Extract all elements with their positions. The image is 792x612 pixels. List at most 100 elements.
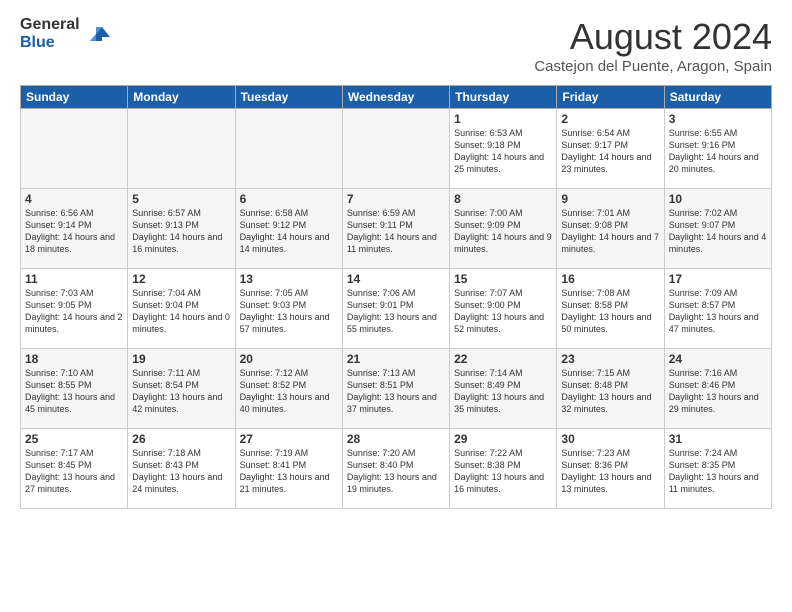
day-number: 2 (561, 112, 659, 126)
calendar-cell: 2Sunrise: 6:54 AMSunset: 9:17 PMDaylight… (557, 109, 664, 189)
day-number: 4 (25, 192, 123, 206)
calendar-week-row: 18Sunrise: 7:10 AMSunset: 8:55 PMDayligh… (21, 349, 772, 429)
calendar-cell: 21Sunrise: 7:13 AMSunset: 8:51 PMDayligh… (342, 349, 449, 429)
day-number: 28 (347, 432, 445, 446)
calendar-cell: 19Sunrise: 7:11 AMSunset: 8:54 PMDayligh… (128, 349, 235, 429)
calendar-table: SundayMondayTuesdayWednesdayThursdayFrid… (20, 85, 772, 509)
calendar-cell: 3Sunrise: 6:55 AMSunset: 9:16 PMDaylight… (664, 109, 771, 189)
day-number: 8 (454, 192, 552, 206)
day-number: 31 (669, 432, 767, 446)
calendar-cell: 30Sunrise: 7:23 AMSunset: 8:36 PMDayligh… (557, 429, 664, 509)
day-number: 30 (561, 432, 659, 446)
logo: General Blue (20, 16, 112, 51)
day-info: Sunrise: 7:24 AMSunset: 8:35 PMDaylight:… (669, 447, 767, 496)
calendar-header-row: SundayMondayTuesdayWednesdayThursdayFrid… (21, 86, 772, 109)
calendar-cell: 25Sunrise: 7:17 AMSunset: 8:45 PMDayligh… (21, 429, 128, 509)
calendar-cell: 27Sunrise: 7:19 AMSunset: 8:41 PMDayligh… (235, 429, 342, 509)
calendar-cell: 9Sunrise: 7:01 AMSunset: 9:08 PMDaylight… (557, 189, 664, 269)
day-number: 22 (454, 352, 552, 366)
day-info: Sunrise: 7:00 AMSunset: 9:09 PMDaylight:… (454, 207, 552, 256)
day-info: Sunrise: 7:10 AMSunset: 8:55 PMDaylight:… (25, 367, 123, 416)
calendar-cell (128, 109, 235, 189)
day-number: 5 (132, 192, 230, 206)
day-header-thursday: Thursday (450, 86, 557, 109)
calendar-cell: 14Sunrise: 7:06 AMSunset: 9:01 PMDayligh… (342, 269, 449, 349)
day-info: Sunrise: 7:20 AMSunset: 8:40 PMDaylight:… (347, 447, 445, 496)
day-info: Sunrise: 7:04 AMSunset: 9:04 PMDaylight:… (132, 287, 230, 336)
day-info: Sunrise: 6:59 AMSunset: 9:11 PMDaylight:… (347, 207, 445, 256)
calendar-week-row: 4Sunrise: 6:56 AMSunset: 9:14 PMDaylight… (21, 189, 772, 269)
day-info: Sunrise: 7:17 AMSunset: 8:45 PMDaylight:… (25, 447, 123, 496)
day-number: 23 (561, 352, 659, 366)
logo-blue: Blue (20, 34, 80, 52)
day-number: 15 (454, 272, 552, 286)
calendar-cell: 24Sunrise: 7:16 AMSunset: 8:46 PMDayligh… (664, 349, 771, 429)
day-info: Sunrise: 6:58 AMSunset: 9:12 PMDaylight:… (240, 207, 338, 256)
day-number: 18 (25, 352, 123, 366)
day-info: Sunrise: 7:23 AMSunset: 8:36 PMDaylight:… (561, 447, 659, 496)
calendar-cell (21, 109, 128, 189)
calendar-cell: 28Sunrise: 7:20 AMSunset: 8:40 PMDayligh… (342, 429, 449, 509)
day-info: Sunrise: 7:09 AMSunset: 8:57 PMDaylight:… (669, 287, 767, 336)
calendar-cell: 18Sunrise: 7:10 AMSunset: 8:55 PMDayligh… (21, 349, 128, 429)
day-number: 24 (669, 352, 767, 366)
calendar-cell (342, 109, 449, 189)
calendar-cell: 29Sunrise: 7:22 AMSunset: 8:38 PMDayligh… (450, 429, 557, 509)
day-info: Sunrise: 7:05 AMSunset: 9:03 PMDaylight:… (240, 287, 338, 336)
day-info: Sunrise: 6:56 AMSunset: 9:14 PMDaylight:… (25, 207, 123, 256)
day-number: 12 (132, 272, 230, 286)
calendar-page: General Blue August 2024 Castejon del Pu… (0, 0, 792, 612)
header: General Blue August 2024 Castejon del Pu… (20, 16, 772, 75)
calendar-cell: 23Sunrise: 7:15 AMSunset: 8:48 PMDayligh… (557, 349, 664, 429)
calendar-cell: 20Sunrise: 7:12 AMSunset: 8:52 PMDayligh… (235, 349, 342, 429)
day-number: 25 (25, 432, 123, 446)
day-number: 13 (240, 272, 338, 286)
month-year-title: August 2024 (534, 16, 772, 58)
day-info: Sunrise: 7:11 AMSunset: 8:54 PMDaylight:… (132, 367, 230, 416)
calendar-cell: 8Sunrise: 7:00 AMSunset: 9:09 PMDaylight… (450, 189, 557, 269)
calendar-week-row: 11Sunrise: 7:03 AMSunset: 9:05 PMDayligh… (21, 269, 772, 349)
calendar-week-row: 1Sunrise: 6:53 AMSunset: 9:18 PMDaylight… (21, 109, 772, 189)
calendar-cell: 10Sunrise: 7:02 AMSunset: 9:07 PMDayligh… (664, 189, 771, 269)
day-info: Sunrise: 7:07 AMSunset: 9:00 PMDaylight:… (454, 287, 552, 336)
day-header-friday: Friday (557, 86, 664, 109)
day-info: Sunrise: 7:15 AMSunset: 8:48 PMDaylight:… (561, 367, 659, 416)
calendar-cell: 4Sunrise: 6:56 AMSunset: 9:14 PMDaylight… (21, 189, 128, 269)
day-info: Sunrise: 7:06 AMSunset: 9:01 PMDaylight:… (347, 287, 445, 336)
logo-general: General (20, 16, 80, 34)
day-number: 3 (669, 112, 767, 126)
day-header-sunday: Sunday (21, 86, 128, 109)
calendar-cell: 31Sunrise: 7:24 AMSunset: 8:35 PMDayligh… (664, 429, 771, 509)
day-number: 9 (561, 192, 659, 206)
day-info: Sunrise: 7:12 AMSunset: 8:52 PMDaylight:… (240, 367, 338, 416)
day-number: 26 (132, 432, 230, 446)
logo-icon (82, 19, 112, 49)
day-header-saturday: Saturday (664, 86, 771, 109)
day-info: Sunrise: 7:18 AMSunset: 8:43 PMDaylight:… (132, 447, 230, 496)
day-info: Sunrise: 7:13 AMSunset: 8:51 PMDaylight:… (347, 367, 445, 416)
day-header-tuesday: Tuesday (235, 86, 342, 109)
day-number: 6 (240, 192, 338, 206)
day-info: Sunrise: 6:57 AMSunset: 9:13 PMDaylight:… (132, 207, 230, 256)
day-header-wednesday: Wednesday (342, 86, 449, 109)
day-info: Sunrise: 7:02 AMSunset: 9:07 PMDaylight:… (669, 207, 767, 256)
day-number: 27 (240, 432, 338, 446)
day-number: 17 (669, 272, 767, 286)
day-info: Sunrise: 7:01 AMSunset: 9:08 PMDaylight:… (561, 207, 659, 256)
calendar-cell: 5Sunrise: 6:57 AMSunset: 9:13 PMDaylight… (128, 189, 235, 269)
logo-text: General Blue (20, 16, 112, 51)
day-number: 20 (240, 352, 338, 366)
day-number: 21 (347, 352, 445, 366)
day-info: Sunrise: 6:54 AMSunset: 9:17 PMDaylight:… (561, 127, 659, 176)
day-number: 1 (454, 112, 552, 126)
day-info: Sunrise: 7:08 AMSunset: 8:58 PMDaylight:… (561, 287, 659, 336)
calendar-cell: 17Sunrise: 7:09 AMSunset: 8:57 PMDayligh… (664, 269, 771, 349)
calendar-cell: 22Sunrise: 7:14 AMSunset: 8:49 PMDayligh… (450, 349, 557, 429)
day-number: 10 (669, 192, 767, 206)
calendar-cell: 1Sunrise: 6:53 AMSunset: 9:18 PMDaylight… (450, 109, 557, 189)
day-number: 7 (347, 192, 445, 206)
title-section: August 2024 Castejon del Puente, Aragon,… (534, 16, 772, 75)
day-info: Sunrise: 7:03 AMSunset: 9:05 PMDaylight:… (25, 287, 123, 336)
day-info: Sunrise: 7:16 AMSunset: 8:46 PMDaylight:… (669, 367, 767, 416)
calendar-cell: 11Sunrise: 7:03 AMSunset: 9:05 PMDayligh… (21, 269, 128, 349)
